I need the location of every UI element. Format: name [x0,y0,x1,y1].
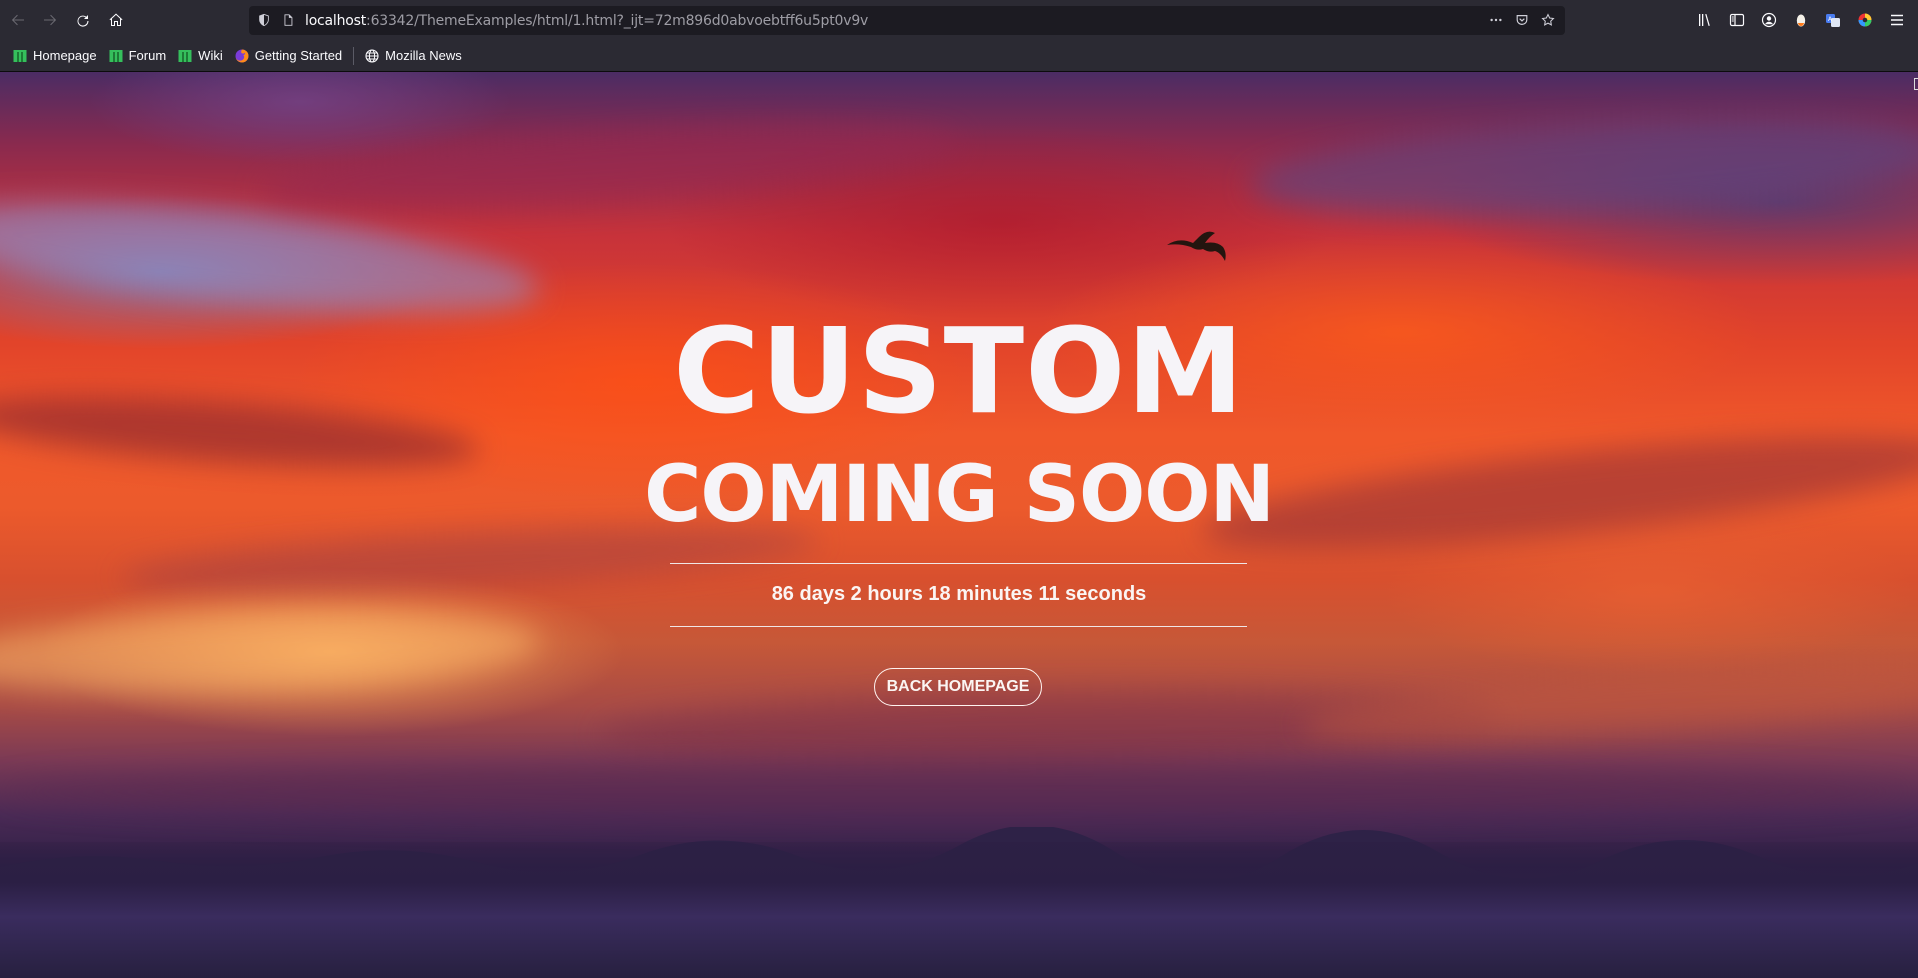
countdown-timer: 86 days 2 hours 18 minutes 11 seconds [771,583,1147,605]
toolbar-right-icons: A [1692,5,1910,35]
green-square-icon [108,48,124,64]
bookmark-star-icon[interactable] [1541,12,1557,29]
bookmark-wiki[interactable]: Wiki [173,44,227,68]
bookmark-label: Getting Started [254,48,343,63]
hero-title-line1: CUSTOM [673,302,1245,440]
bookmark-label: Wiki [198,48,223,63]
firefox-icon [234,48,250,64]
home-icon [109,13,123,26]
reload-button[interactable] [68,5,98,35]
resize-handle[interactable] [1914,78,1918,90]
library-icon[interactable] [1692,7,1718,33]
browser-toolbar: localhost:63342/ThemeExamples/html/1.htm… [0,0,1918,40]
hero-section: CUSTOM COMING SOON 86 days 2 hours 18 mi… [0,72,1918,978]
tracking-shield-icon[interactable] [257,13,273,29]
divider-top [670,563,1247,564]
address-bar[interactable]: localhost:63342/ThemeExamples/html/1.htm… [249,6,1565,35]
globe-icon [364,48,380,64]
forward-button[interactable] [35,5,65,35]
green-square-icon [177,48,193,64]
page-icon[interactable] [281,13,297,29]
arrow-left-icon [11,14,24,26]
bookmark-forum[interactable]: Forum [104,44,171,68]
green-square-icon [12,48,28,64]
hamburger-menu-icon[interactable] [1884,7,1910,33]
home-button[interactable] [101,5,131,35]
bookmark-label: Forum [128,48,167,63]
bookmarks-separator [353,46,355,65]
reload-icon [77,15,89,27]
bookmark-homepage[interactable]: Homepage [8,44,101,68]
account-icon[interactable] [1756,7,1782,33]
coming-soon-page: CUSTOM COMING SOON 86 days 2 hours 18 mi… [0,72,1918,978]
arrow-right-icon [44,14,57,26]
extension-orange-icon[interactable] [1788,7,1814,33]
more-actions-icon[interactable] [1489,13,1505,29]
hero-title-line2: COMING SOON [644,450,1275,540]
bookmark-label: Homepage [33,48,97,63]
bookmarks-toolbar: Homepage Forum Wiki Getting Started Mozi… [0,40,1918,72]
pocket-icon[interactable] [1515,13,1531,29]
bookmark-label: Mozilla News [385,48,462,63]
sidebar-icon[interactable] [1724,7,1750,33]
bookmark-mozilla-news[interactable]: Mozilla News [360,44,466,68]
divider-bottom [670,626,1247,627]
color-picker-extension-icon[interactable] [1852,7,1878,33]
bookmark-getting-started[interactable]: Getting Started [230,44,346,68]
translate-extension-icon[interactable]: A [1820,7,1846,33]
back-button[interactable] [3,5,33,35]
url-text[interactable]: localhost:63342/ThemeExamples/html/1.htm… [305,13,868,29]
back-homepage-button[interactable]: BACK HOMEPAGE [874,668,1042,706]
